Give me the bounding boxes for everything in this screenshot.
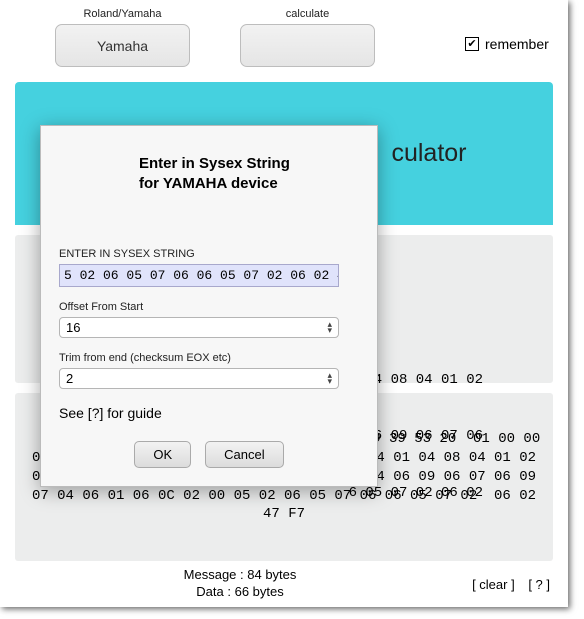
sysex-label: ENTER IN SYSEX STRING: [59, 248, 359, 260]
sysex-input[interactable]: 5 02 06 05 07 06 06 05 07 02 06 02 47 F7: [59, 264, 339, 287]
brand-button[interactable]: Yamaha: [55, 24, 190, 67]
calculate-button[interactable]: [240, 24, 375, 67]
offset-label: Offset From Start: [59, 301, 359, 313]
clear-link[interactable]: [ clear ]: [472, 577, 515, 592]
banner-title-fragment: culator: [391, 139, 466, 168]
remember-label: remember: [485, 36, 549, 52]
sysex-dialog: ? Enter in Sysex String for YAMAHA devic…: [40, 125, 378, 487]
ok-button[interactable]: OK: [134, 441, 191, 468]
guide-text: See [?] for guide: [59, 405, 359, 421]
offset-value: 16: [66, 320, 80, 335]
trim-value: 2: [66, 371, 73, 386]
chevron-updown-icon: ▴▾: [327, 373, 332, 384]
remember-toggle[interactable]: ✔ remember: [465, 36, 549, 52]
chevron-updown-icon: ▴▾: [327, 322, 332, 333]
brand-label: Roland/Yamaha: [83, 8, 161, 20]
cancel-button[interactable]: Cancel: [205, 441, 283, 468]
message-bytes: Message : 84 bytes: [18, 567, 462, 584]
trim-label: Trim from end (checksum EOX etc): [59, 352, 359, 364]
checkmark-icon: ✔: [465, 37, 479, 51]
trim-select[interactable]: 2 ▴▾: [59, 368, 339, 389]
dialog-title: Enter in Sysex String for YAMAHA device: [139, 154, 359, 193]
question-icon: ?: [53, 138, 143, 228]
calculate-label: calculate: [286, 8, 329, 20]
offset-select[interactable]: 16 ▴▾: [59, 317, 339, 338]
help-link[interactable]: [ ? ]: [528, 577, 550, 592]
data-bytes: Data : 66 bytes: [18, 584, 462, 601]
